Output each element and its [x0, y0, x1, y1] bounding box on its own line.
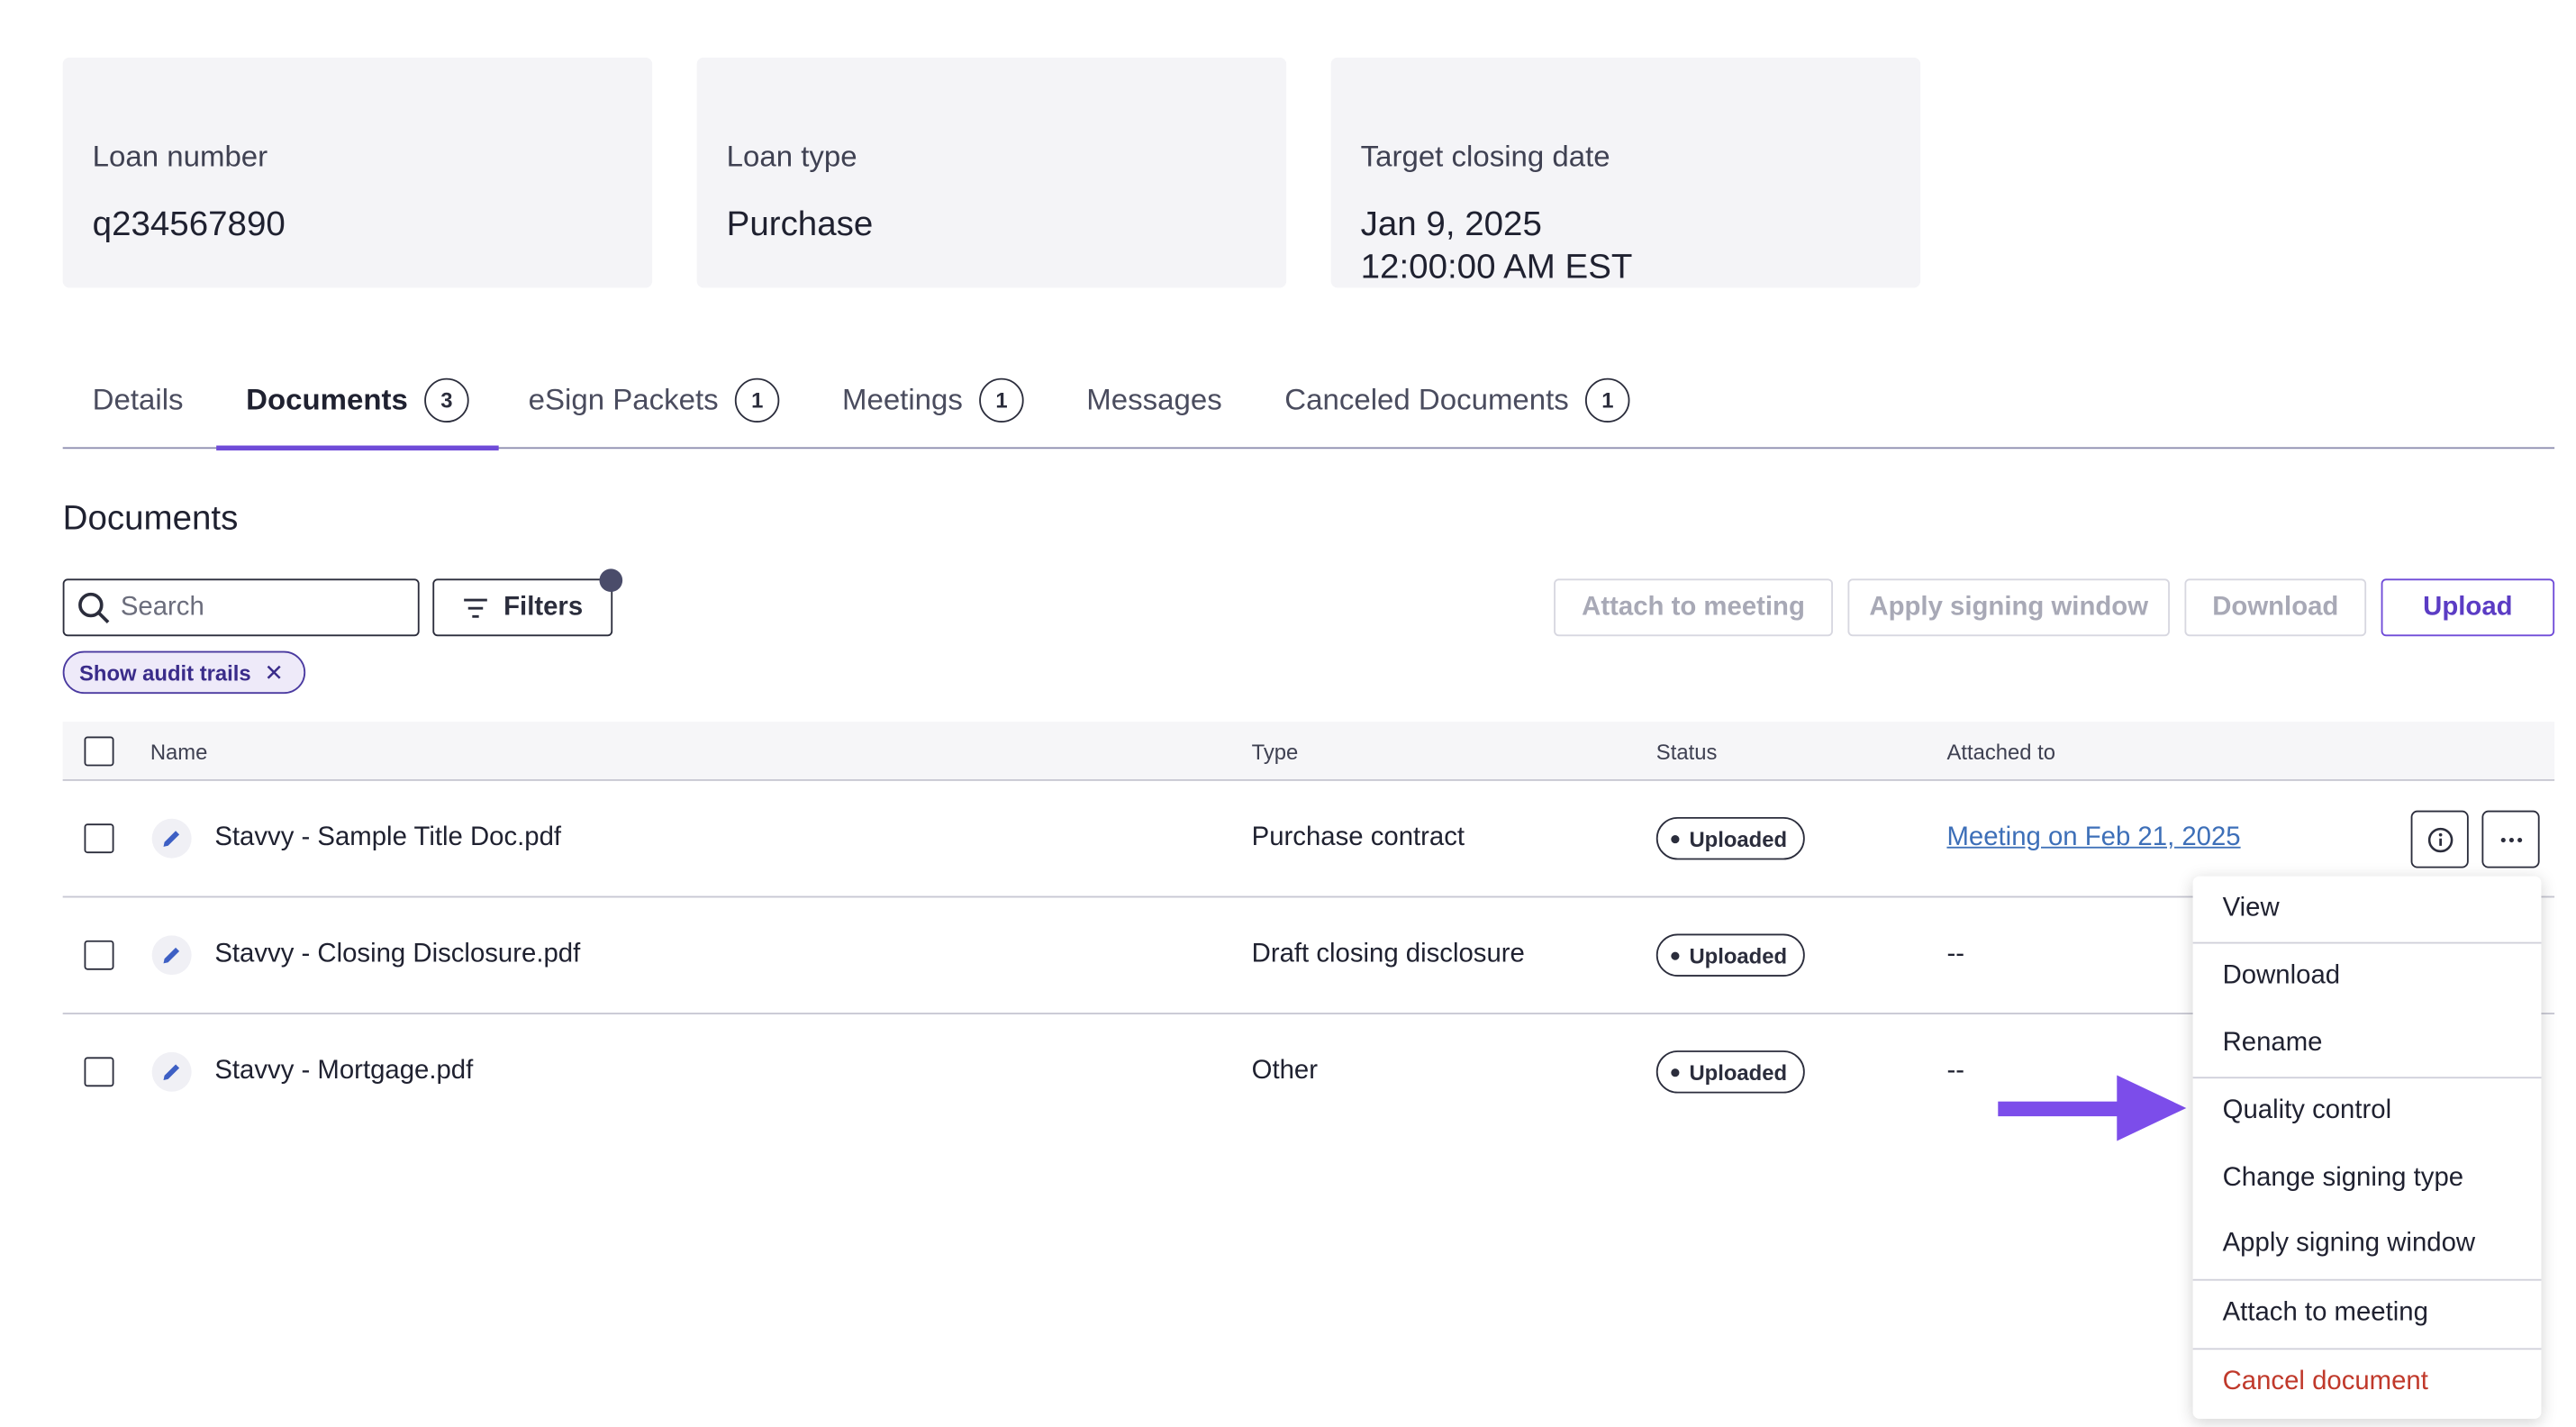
- status-badge: Uploaded: [1655, 933, 1806, 977]
- select-all-checkbox[interactable]: [84, 736, 114, 767]
- status-label: Uploaded: [1689, 942, 1788, 968]
- table-row: Stavvy - Closing Disclosure.pdf Draft cl…: [62, 897, 2555, 1014]
- arrow-right-icon: [1998, 1075, 2187, 1141]
- tab-count-badge: 3: [424, 377, 469, 423]
- status-cell: Uploaded: [1655, 1014, 1806, 1130]
- menu-item-apply-signing-window[interactable]: Apply signing window: [2193, 1212, 2542, 1277]
- status-badge: Uploaded: [1655, 816, 1806, 860]
- menu-item-view[interactable]: View: [2193, 877, 2542, 942]
- pencil-icon[interactable]: [151, 935, 192, 976]
- download-button[interactable]: Download: [2184, 578, 2367, 637]
- row-checkbox[interactable]: [84, 823, 114, 854]
- chip-label: Show audit trails: [78, 659, 251, 686]
- search-input[interactable]: [120, 592, 402, 623]
- tab-count-badge: 1: [1585, 377, 1630, 423]
- info-button[interactable]: [2410, 810, 2469, 868]
- attach-to-meeting-button[interactable]: Attach to meeting: [1554, 578, 1833, 637]
- filters-button[interactable]: Filters: [432, 568, 623, 637]
- active-filter-indicator: [599, 568, 623, 592]
- loan-number-card: Loan number q234567890: [62, 57, 653, 288]
- menu-item-quality-control[interactable]: Quality control: [2193, 1078, 2542, 1144]
- column-header-type: Type: [1251, 739, 1299, 764]
- card-label: Loan type: [726, 140, 857, 173]
- ellipsis-icon: [2499, 837, 2522, 842]
- table-header: Name Type Status Attached to: [62, 722, 2555, 781]
- search-icon: [78, 591, 110, 623]
- card-value: Purchase: [726, 205, 874, 244]
- tab-label: Messages: [1086, 383, 1222, 416]
- document-type: Other: [1251, 1057, 1319, 1086]
- upload-button[interactable]: Upload: [2381, 578, 2555, 637]
- tab-count-badge: 1: [734, 377, 780, 423]
- tab-details[interactable]: Details: [93, 353, 184, 447]
- document-type: Purchase contract: [1251, 823, 1465, 852]
- section-title: Documents: [62, 499, 239, 538]
- menu-item-cancel-document[interactable]: Cancel document: [2193, 1350, 2542, 1415]
- document-type: Draft closing disclosure: [1251, 940, 1525, 968]
- card-label: Loan number: [92, 140, 268, 173]
- row-checkbox[interactable]: [84, 940, 114, 970]
- document-name: Stavvy - Mortgage.pdf: [214, 1057, 474, 1086]
- menu-item-change-signing-type[interactable]: Change signing type: [2193, 1146, 2542, 1212]
- tab-canceled-documents[interactable]: Canceled Documents 1: [1284, 353, 1630, 447]
- document-name: Stavvy - Closing Disclosure.pdf: [214, 940, 581, 968]
- tab-label: Documents: [246, 383, 408, 416]
- status-label: Uploaded: [1689, 826, 1788, 851]
- close-icon[interactable]: ✕: [264, 659, 284, 686]
- show-audit-trails-chip[interactable]: Show audit trails ✕: [62, 650, 306, 695]
- tab-label: Meetings: [841, 383, 963, 416]
- apply-signing-window-button[interactable]: Apply signing window: [1847, 578, 2170, 637]
- meeting-link[interactable]: Meeting on Feb 21, 2025: [1946, 823, 2240, 853]
- status-cell: Uploaded: [1655, 781, 1806, 896]
- document-name: Stavvy - Sample Title Doc.pdf: [214, 823, 562, 852]
- status-cell: Uploaded: [1655, 897, 1806, 1013]
- column-header-name: Name: [150, 739, 208, 764]
- row-actions-menu: View Download Rename Quality control Cha…: [2192, 876, 2542, 1419]
- attached-to-value: --: [1946, 940, 1964, 968]
- search-box[interactable]: [62, 578, 420, 637]
- filters-label: Filters: [503, 592, 584, 621]
- target-closing-date-card: Target closing date Jan 9, 2025 12:00:00…: [1330, 57, 1921, 288]
- status-label: Uploaded: [1689, 1059, 1788, 1085]
- card-value: Jan 9, 2025 12:00:00 AM EST: [1360, 205, 1633, 286]
- loan-type-card: Loan type Purchase: [696, 57, 1287, 288]
- menu-item-attach-to-meeting[interactable]: Attach to meeting: [2193, 1281, 2542, 1347]
- tab-esign-packets[interactable]: eSign Packets 1: [529, 353, 780, 447]
- info-icon: [2426, 826, 2453, 852]
- tab-documents[interactable]: Documents 3: [216, 353, 499, 451]
- tab-messages[interactable]: Messages: [1086, 353, 1221, 447]
- column-header-attached-to: Attached to: [1946, 739, 2056, 764]
- pencil-icon[interactable]: [151, 818, 192, 859]
- tab-count-badge: 1: [979, 377, 1024, 423]
- attached-to-value: --: [1946, 1057, 1964, 1086]
- card-value: q234567890: [92, 205, 286, 244]
- menu-item-rename[interactable]: Rename: [2193, 1011, 2542, 1077]
- menu-item-download[interactable]: Download: [2193, 943, 2542, 1009]
- pencil-icon[interactable]: [151, 1051, 192, 1092]
- table-row: Stavvy - Sample Title Doc.pdf Purchase c…: [62, 781, 2555, 898]
- column-header-status: Status: [1655, 739, 1718, 764]
- tab-label: eSign Packets: [528, 383, 719, 416]
- tab-label: Canceled Documents: [1284, 383, 1569, 416]
- tab-label: Details: [92, 383, 184, 416]
- tab-bar: Details Documents 3 eSign Packets 1 Meet…: [62, 353, 2555, 451]
- row-checkbox[interactable]: [84, 1057, 114, 1087]
- tab-meetings[interactable]: Meetings 1: [842, 353, 1024, 447]
- card-label: Target closing date: [1360, 140, 1610, 173]
- more-actions-button[interactable]: [2481, 810, 2540, 868]
- status-badge: Uploaded: [1655, 1050, 1806, 1094]
- filter-icon: [464, 597, 487, 617]
